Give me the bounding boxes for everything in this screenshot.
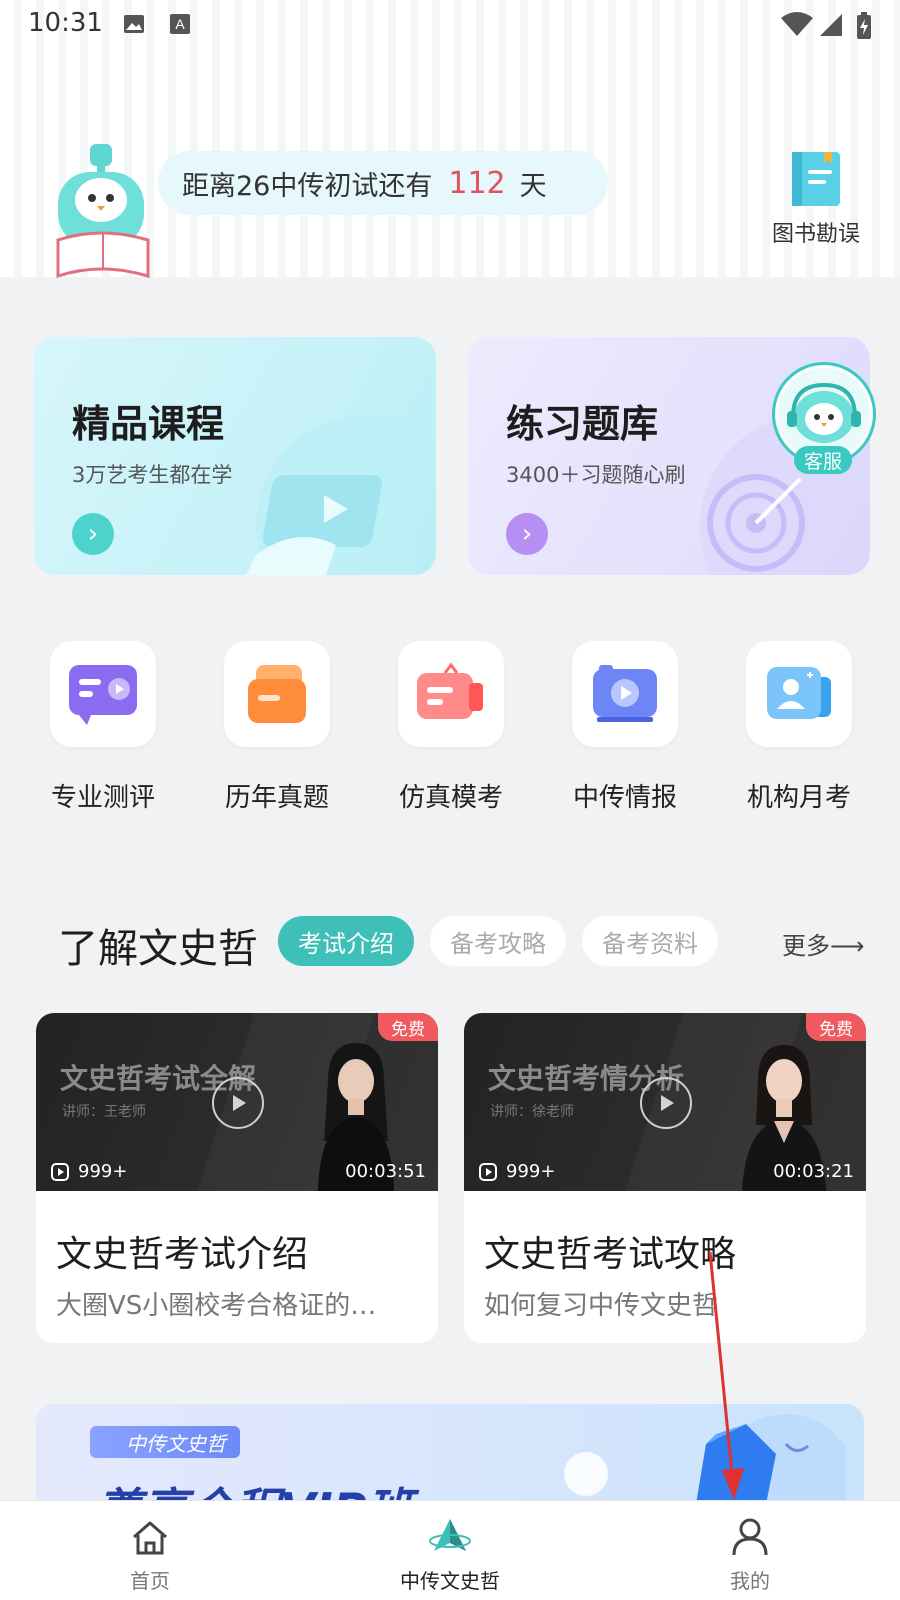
video-thumbnail[interactable]: 文史哲考情分析 讲师：徐老师 免费 999+ 00:03:21 [464,1013,866,1191]
tab-profile[interactable]: 我的 [670,1501,830,1600]
bottom-tab-bar: 首页 中传文史哲 我的 [0,1500,900,1600]
tab-exam-intro[interactable]: 考试介绍 [278,916,414,966]
quick-action-past-papers[interactable]: 历年真题 [224,641,330,814]
video-description: 大圈VS小圈校考合格证的… [56,1291,377,1321]
premium-courses-card[interactable]: 精品课程 3万艺考生都在学 › [34,337,436,575]
font-notification-icon: A [170,14,190,34]
customer-service-label[interactable]: 客服 [794,446,852,474]
book-icon [792,152,840,206]
tab-label: 我的 [730,1569,770,1593]
video-title: 文史哲考试攻略 [484,1234,737,1275]
tab-label: 中传文史哲 [400,1569,500,1593]
tab-prep-materials[interactable]: 备考资料 [582,916,718,966]
quick-action-label: 仿真模考 [398,783,503,813]
video-title: 文史哲考试介绍 [56,1234,309,1275]
image-notification-icon [124,15,144,33]
card-subtitle: 3万艺考生都在学 [72,463,233,487]
video-count-icon [479,1162,497,1181]
banner-tag: 中传文史哲 [90,1426,240,1458]
free-badge: 免费 [806,1013,866,1041]
promo-banner[interactable]: 中传文史哲 尊享全程VIP班 [36,1404,864,1504]
monthly-exam-icon [767,667,831,719]
mock-exam-icon [417,662,483,719]
countdown-suffix: 天 [519,170,547,202]
evaluation-icon [69,665,137,725]
card-title: 练习题库 [506,402,659,446]
wifi-icon [781,12,813,36]
countdown-days: 112 [448,165,506,201]
quick-action-label: 机构月考 [746,783,851,813]
status-bar: 10:31 A [0,0,900,50]
thumbnail-teacher: 讲师：王老师 [62,1104,146,1120]
video-card[interactable]: 文史哲考试全解 讲师：王老师 免费 999+ 00:03:51 文史哲考试介绍 … [36,1013,438,1343]
quick-action-news[interactable]: 中传情报 [572,641,678,814]
quick-action-label: 历年真题 [224,783,329,813]
news-icon [593,665,657,722]
quick-action-label: 专业测评 [50,783,155,813]
card-subtitle: 3400＋习题随心刷 [506,463,686,487]
view-count: 999+ [50,1161,127,1182]
exam-countdown: 距离26中传初试还有 112 天 [158,151,608,215]
battery-icon [857,12,871,39]
view-count-text: 999+ [78,1161,128,1182]
play-icon[interactable] [640,1077,692,1129]
thumbnail-teacher: 讲师：徐老师 [490,1104,574,1120]
home-icon [133,1521,167,1555]
svg-text:A: A [175,16,185,32]
video-card[interactable]: 文史哲考情分析 讲师：徐老师 免费 999+ 00:03:21 文史哲考试攻略 … [464,1013,866,1343]
view-count: 999+ [478,1161,555,1182]
countdown-prefix: 距离26中传初试还有 [182,170,433,202]
video-thumbnail[interactable]: 文史哲考试全解 讲师：王老师 免费 999+ 00:03:51 [36,1013,438,1191]
more-link[interactable]: 更多⟶ [782,926,864,961]
tab-wenshizhe[interactable]: 中传文史哲 [370,1501,530,1600]
play-icon[interactable] [212,1077,264,1129]
quick-action-label: 中传情报 [572,783,677,813]
profile-icon [732,1518,768,1556]
video-decoration-icon [246,415,416,575]
tab-label: 首页 [130,1569,170,1593]
video-count-icon [51,1162,69,1181]
quick-action-evaluation[interactable]: 专业测评 [50,641,156,814]
quick-action-monthly-exam[interactable]: 机构月考 [746,641,852,814]
view-count-text: 999+ [506,1161,556,1182]
quick-action-mock-exam[interactable]: 仿真模考 [398,641,504,814]
status-time: 10:31 [28,8,103,38]
banner-decoration-icon [564,1414,846,1504]
chevron-right-icon[interactable]: › [72,513,114,555]
mascot-reading-icon [56,144,150,279]
app-logo-icon [429,1519,471,1551]
past-papers-icon [248,665,306,723]
section-title: 了解文史哲 [58,926,258,972]
video-description: 如何复习中传文史哲 [484,1291,719,1321]
book-errata-button[interactable]: 图书勘误 [764,148,868,248]
tab-home[interactable]: 首页 [70,1501,230,1600]
chevron-right-icon[interactable]: › [506,513,548,555]
video-duration: 00:03:21 [773,1161,854,1182]
card-title: 精品课程 [72,402,225,446]
tab-prep-strategy[interactable]: 备考攻略 [430,916,566,966]
free-badge: 免费 [378,1013,438,1041]
book-errata-label: 图书勘误 [771,222,860,247]
video-duration: 00:03:51 [345,1161,426,1182]
signal-icon [820,14,842,36]
